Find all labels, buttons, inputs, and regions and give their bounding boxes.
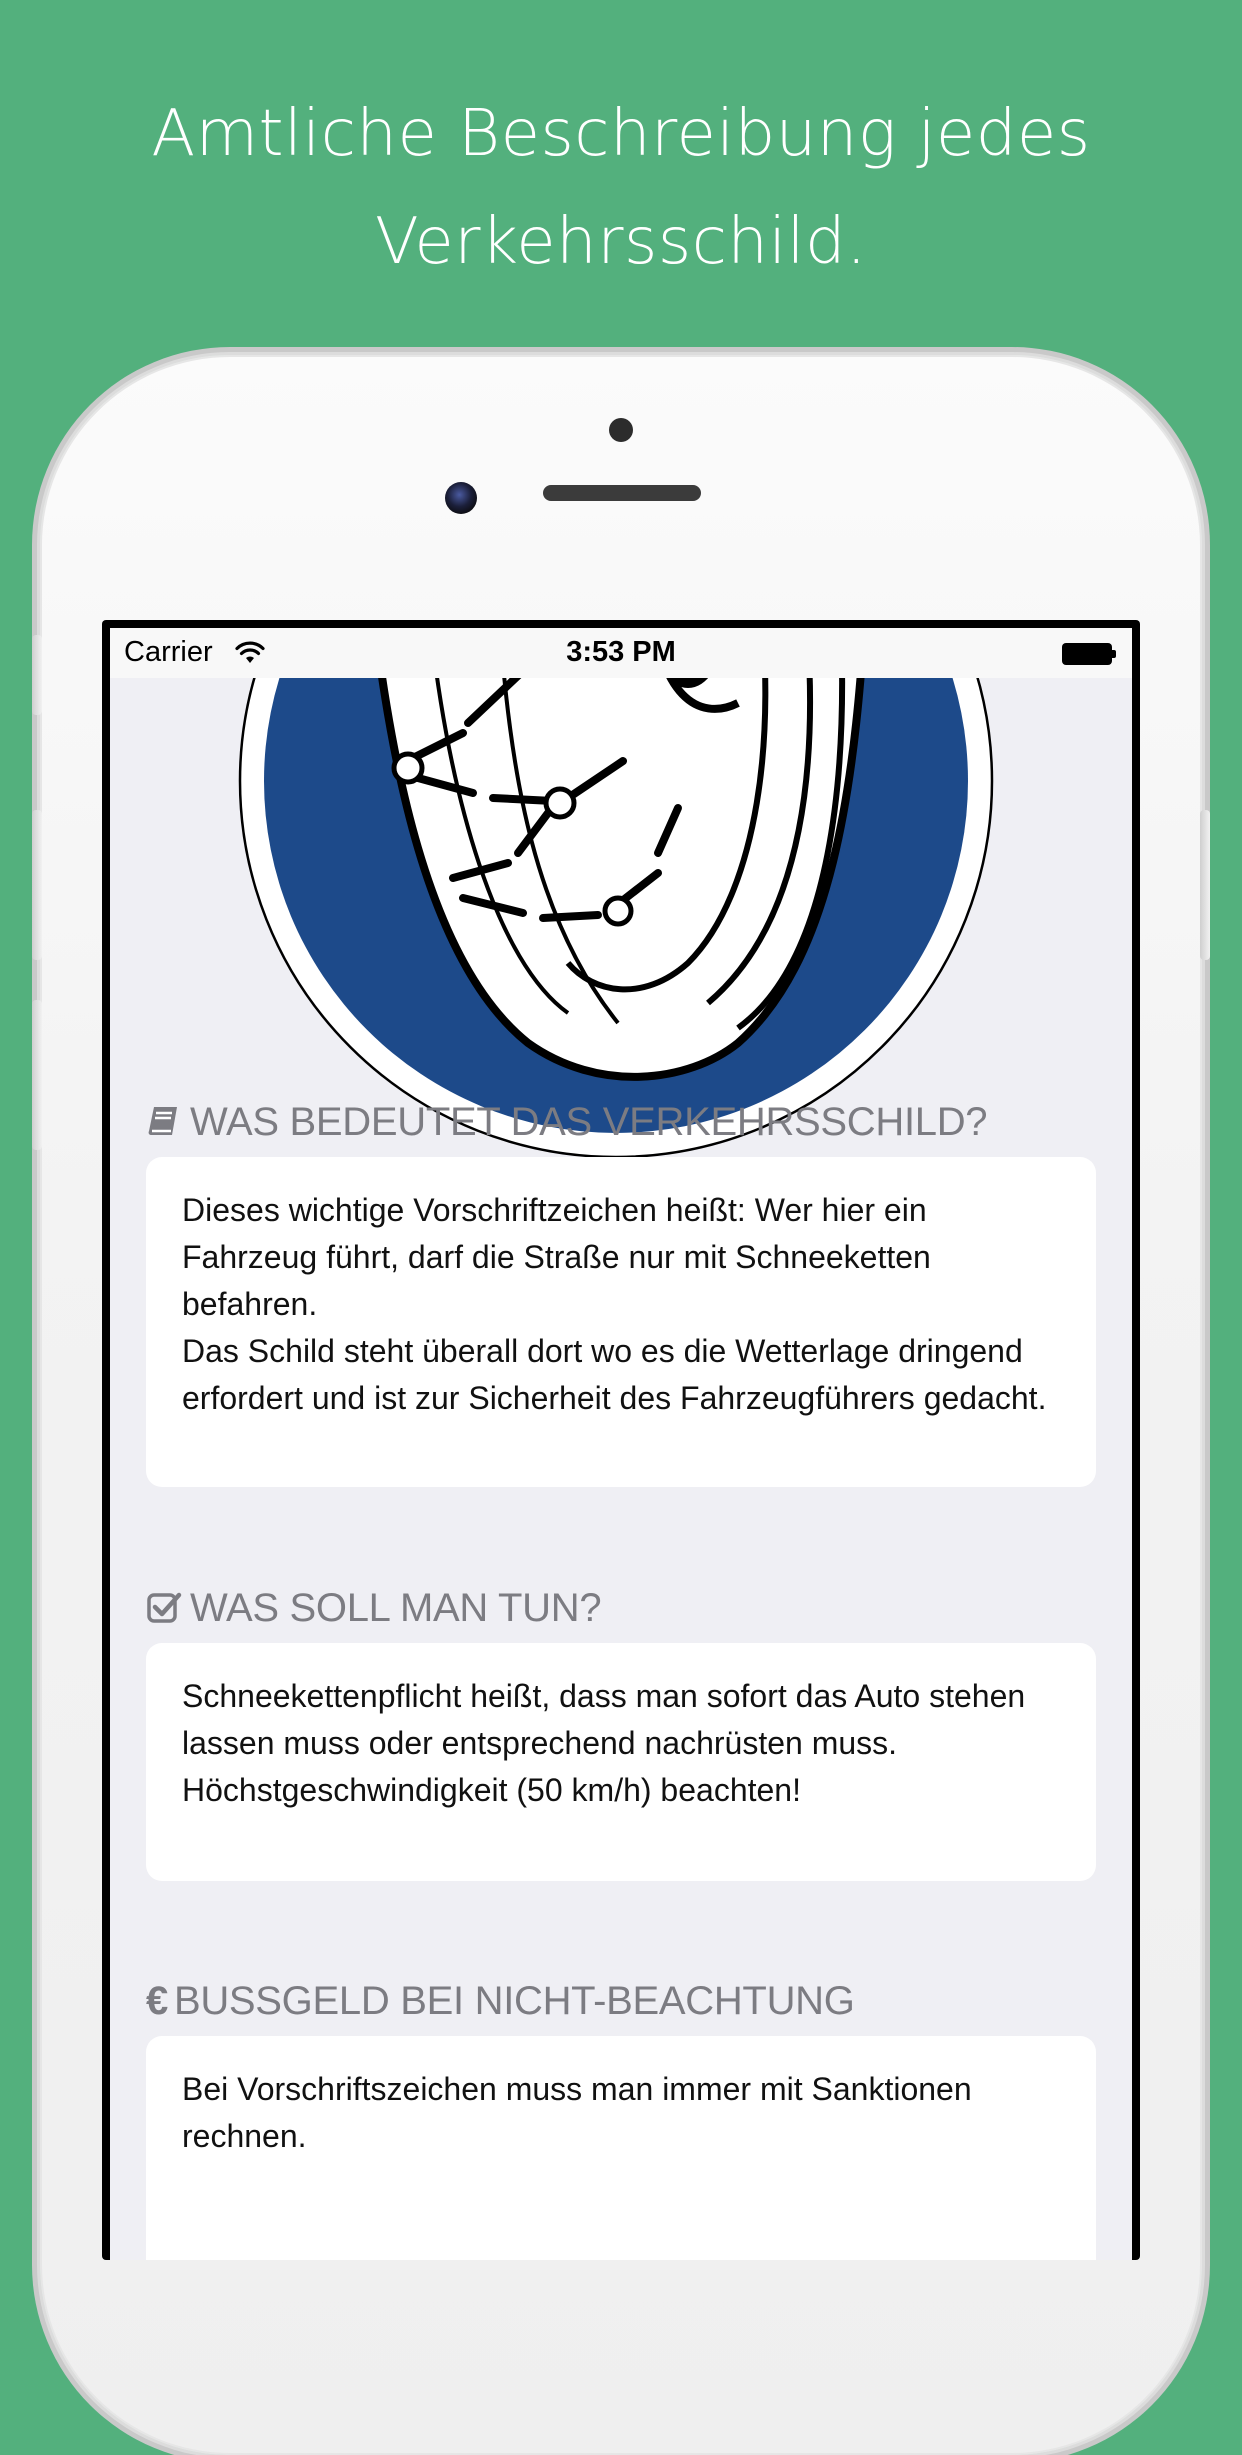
battery-icon [1062,643,1116,665]
euro-icon: € [146,1979,168,2023]
phone-earpiece [543,485,701,501]
paragraph-action-2: Höchstgeschwindigkeit (50 km/h) beachten… [182,1772,801,1808]
promo-headline: Amtliche Beschreibung jedes Verkehrsschi… [151,97,1091,279]
section-header-fine: € BUSSGELD BEI NICHT-BEACHTUNG [146,1979,1096,2024]
card-fine: Bei Vorschriftszeichen muss man immer mi… [146,2036,1096,2260]
section-header-action: WAS SOLL MAN TUN? [146,1586,1096,1631]
phone-power-button [1200,810,1210,960]
phone-mute-switch [32,635,42,715]
status-bar: Carrier 3:53 PM [110,628,1132,678]
phone-screen: Carrier 3:53 PM WAS BEDEUTET DAS VERKEHR… [102,620,1140,2260]
section-title-action: WAS SOLL MAN TUN? [190,1586,602,1630]
phone-front-camera [445,482,477,514]
card-action: Schneekettenpflicht heißt, dass man sofo… [146,1643,1096,1881]
status-time: 3:53 PM [566,636,676,668]
paragraph-fine-1: Bei Vorschriftszeichen muss man immer mi… [182,2071,972,2154]
checkbox-icon [147,1592,182,1623]
paragraph-meaning-1: Dieses wichtige Vorschriftzeichen heißt:… [182,1192,931,1322]
section-title-fine: BUSSGELD BEI NICHT-BEACHTUNG [173,1979,855,2023]
card-meaning: Dieses wichtige Vorschriftzeichen heißt:… [146,1157,1096,1487]
book-icon [148,1107,177,1135]
paragraph-action-1: Schneekettenpflicht heißt, dass man sofo… [182,1678,1026,1761]
app-screen: Carrier 3:53 PM WAS BEDEUTET DAS VERKEHR… [110,628,1132,2260]
phone-volume-up-button [32,810,42,960]
snow-chains-sign-icon [238,628,994,1159]
paragraph-meaning-2: Das Schild steht überall dort wo es die … [182,1333,1047,1416]
phone-volume-down-button [32,1000,42,1150]
section-title-meaning: WAS BEDEUTET DAS VERKEHRSSCHILD? [190,1100,988,1144]
section-header-meaning: WAS BEDEUTET DAS VERKEHRSSCHILD? [146,1100,1096,1145]
phone-sensor [609,418,633,442]
